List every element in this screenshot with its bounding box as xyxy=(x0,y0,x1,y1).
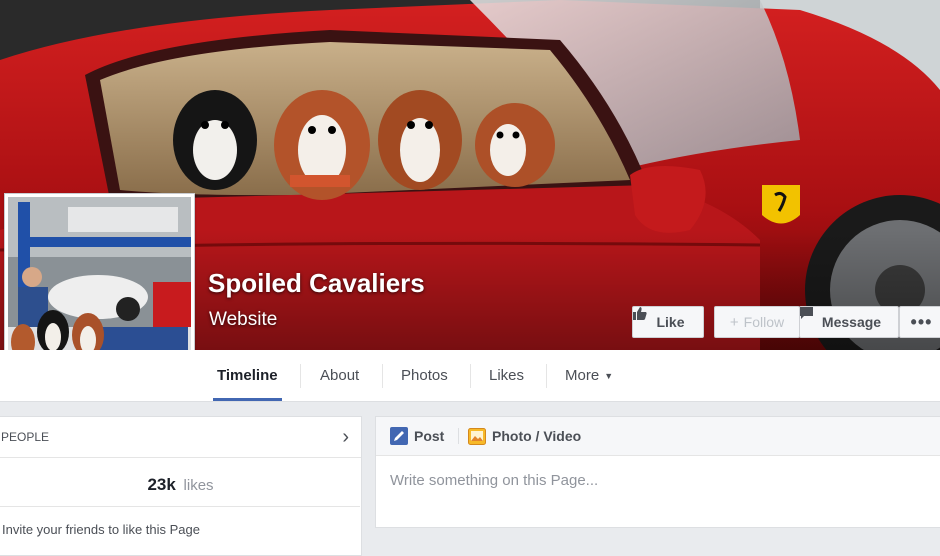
tab-more-label: More xyxy=(565,367,600,384)
ellipsis-icon: ••• xyxy=(910,311,933,332)
composer-tabs: Post Photo / Video xyxy=(376,417,940,456)
chevron-right-icon[interactable]: › xyxy=(342,426,349,449)
tab-post[interactable]: Post xyxy=(390,417,444,455)
post-composer: Post Photo / Video Write something on th… xyxy=(375,416,940,528)
nav-divider xyxy=(300,364,301,388)
page-category[interactable]: Website xyxy=(209,309,277,331)
people-card: PEOPLE › 23k likes Invite your friends t… xyxy=(0,416,362,556)
post-label: Post xyxy=(414,428,445,444)
tab-likes[interactable]: Likes xyxy=(489,350,524,401)
likes-label: likes xyxy=(183,477,214,494)
message-label: Message xyxy=(821,314,882,330)
like-button[interactable]: Like xyxy=(632,306,704,338)
page-title[interactable]: Spoiled Cavaliers xyxy=(208,268,425,299)
plus-icon: + xyxy=(729,313,739,331)
page-nav: Timeline About Photos Likes More ▼ xyxy=(0,350,940,402)
photo-icon xyxy=(468,427,486,445)
more-actions-button[interactable]: ••• xyxy=(899,306,940,338)
nav-divider xyxy=(382,364,383,388)
pencil-icon xyxy=(390,427,408,445)
likes-count: 23k xyxy=(147,475,176,494)
people-header[interactable]: PEOPLE › xyxy=(0,417,361,458)
invite-friends-link[interactable]: Invite your friends to like this Page xyxy=(2,522,200,537)
nav-divider xyxy=(546,364,547,388)
caret-down-icon: ▼ xyxy=(604,370,614,381)
follow-button[interactable]: + Follow xyxy=(714,306,800,338)
tab-about[interactable]: About xyxy=(320,350,359,401)
people-header-label: PEOPLE xyxy=(1,430,50,444)
follow-label: Follow xyxy=(743,314,785,330)
nav-divider xyxy=(470,364,471,388)
photo-video-label: Photo / Video xyxy=(492,428,582,444)
like-label: Like xyxy=(656,314,685,330)
tab-photo-video[interactable]: Photo / Video xyxy=(468,417,581,455)
tab-photos[interactable]: Photos xyxy=(401,350,448,401)
composer-divider xyxy=(458,428,459,444)
divider xyxy=(0,506,360,507)
likes-summary: 23k likes xyxy=(0,458,361,495)
message-button[interactable]: Message xyxy=(799,306,899,338)
tab-more[interactable]: More ▼ xyxy=(565,350,613,401)
tab-timeline[interactable]: Timeline xyxy=(213,350,282,401)
composer-input[interactable]: Write something on this Page... xyxy=(390,472,598,489)
